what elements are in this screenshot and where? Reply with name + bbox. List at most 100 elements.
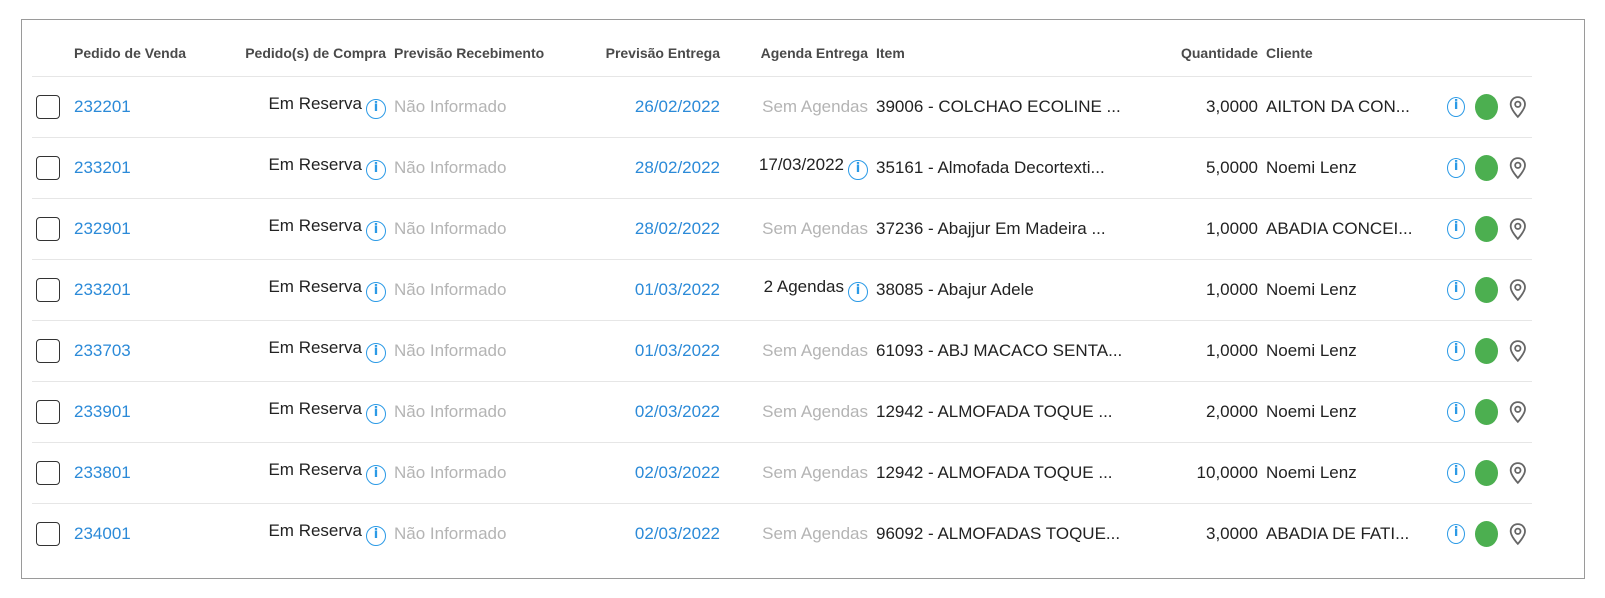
select-cell (32, 503, 70, 564)
previsao-recebimento-value: Não Informado (394, 401, 507, 421)
pedido-venda-cell: 233901 (70, 381, 230, 443)
quantidade-value: 1,0000 (1206, 340, 1258, 360)
actions-cell: i (1427, 137, 1532, 199)
row-checkbox[interactable] (36, 155, 60, 180)
previsao-entrega-link[interactable]: 01/03/2022 (635, 341, 720, 360)
previsao-entrega-link[interactable]: 02/03/2022 (635, 402, 720, 421)
previsao-entrega-link[interactable]: 28/02/2022 (635, 158, 720, 177)
cliente-cell: Noemi Lenz (1262, 320, 1427, 382)
pedido-venda-link[interactable]: 233801 (74, 463, 131, 482)
quantidade-cell: 3,0000 (1142, 76, 1262, 138)
row-actions: i (1431, 398, 1528, 425)
header-agenda-entrega[interactable]: Agenda Entrega (724, 30, 872, 77)
map-pin-icon[interactable] (1508, 155, 1528, 181)
pedido-venda-link[interactable]: 233901 (74, 402, 131, 421)
item-cell: 38085 - Abajur Adele (872, 259, 1142, 321)
row-actions: i (1431, 154, 1528, 181)
cliente-cell: AILTON DA CON... (1262, 76, 1427, 138)
map-pin-icon[interactable] (1508, 521, 1528, 547)
previsao-recebimento-cell: Não Informado (390, 137, 560, 199)
row-checkbox[interactable] (36, 94, 60, 119)
info-icon[interactable]: i (366, 282, 386, 302)
row-checkbox[interactable] (36, 338, 60, 363)
row-checkbox[interactable] (36, 521, 60, 546)
pedido-compra-status: Em Reserva (268, 155, 362, 174)
pedido-venda-link[interactable]: 234001 (74, 524, 131, 543)
agenda-entrega-cell: Sem Agendas (724, 198, 872, 260)
info-icon[interactable]: i (1447, 218, 1466, 239)
info-icon[interactable]: i (366, 465, 386, 485)
select-cell (32, 198, 70, 260)
map-pin-icon[interactable] (1508, 94, 1528, 120)
previsao-entrega-link[interactable]: 02/03/2022 (635, 524, 720, 543)
info-icon[interactable]: i (1447, 279, 1466, 300)
map-pin-icon[interactable] (1508, 399, 1528, 425)
row-checkbox[interactable] (36, 460, 60, 485)
info-icon[interactable]: i (848, 282, 868, 302)
header-pedido-venda[interactable]: Pedido de Venda (70, 30, 230, 77)
actions-cell: i (1427, 320, 1532, 382)
map-pin-icon[interactable] (1508, 216, 1528, 242)
row-checkbox[interactable] (36, 399, 60, 424)
info-icon[interactable]: i (1447, 462, 1466, 483)
agenda-entrega-value: Sem Agendas (762, 218, 868, 238)
status-dot[interactable] (1475, 215, 1499, 242)
status-dot[interactable] (1475, 520, 1499, 547)
info-icon[interactable]: i (366, 160, 386, 180)
map-pin-icon[interactable] (1508, 460, 1528, 486)
pedido-venda-link[interactable]: 233201 (74, 158, 131, 177)
header-previsao-recebimento[interactable]: Previsão Recebimento (390, 30, 560, 77)
select-cell (32, 137, 70, 199)
status-dot[interactable] (1475, 154, 1499, 181)
info-icon[interactable]: i (1447, 157, 1466, 178)
info-icon[interactable]: i (848, 160, 868, 180)
info-icon[interactable]: i (1447, 340, 1466, 361)
item-value: 61093 - ABJ MACACO SENTA... (876, 340, 1123, 360)
info-icon[interactable]: i (1447, 96, 1466, 117)
info-icon[interactable]: i (1447, 401, 1466, 422)
info-icon[interactable]: i (366, 526, 386, 547)
info-icon[interactable]: i (366, 343, 386, 363)
header-quantidade[interactable]: Quantidade (1142, 30, 1262, 77)
cliente-value: Noemi Lenz (1266, 157, 1357, 177)
header-item[interactable]: Item (872, 30, 1142, 77)
info-icon[interactable]: i (366, 221, 386, 241)
actions-cell: i (1427, 503, 1532, 564)
status-dot[interactable] (1475, 459, 1499, 486)
pedido-venda-link[interactable]: 232201 (74, 97, 131, 116)
pedido-compra-cell: Em Reserva i (230, 320, 390, 382)
previsao-entrega-link[interactable]: 28/02/2022 (635, 219, 720, 238)
previsao-recebimento-value: Não Informado (394, 523, 507, 543)
status-dot[interactable] (1475, 398, 1499, 425)
cliente-cell: Noemi Lenz (1262, 442, 1427, 504)
map-pin-icon[interactable] (1508, 277, 1528, 303)
cliente-value: Noemi Lenz (1266, 279, 1357, 299)
info-icon[interactable]: i (366, 404, 386, 424)
status-dot[interactable] (1475, 93, 1499, 120)
pedido-venda-link[interactable]: 233703 (74, 341, 131, 360)
cliente-value: AILTON DA CON... (1266, 96, 1410, 116)
header-previsao-entrega[interactable]: Previsão Entrega (560, 30, 724, 77)
cliente-value: Noemi Lenz (1266, 401, 1357, 421)
quantidade-value: 1,0000 (1206, 218, 1258, 238)
status-dot[interactable] (1475, 337, 1499, 364)
pedido-compra-cell: Em Reserva i (230, 198, 390, 260)
header-cliente[interactable]: Cliente (1262, 30, 1427, 77)
info-icon[interactable]: i (366, 99, 386, 119)
actions-column-header (1427, 30, 1532, 77)
header-pedido-compra[interactable]: Pedido(s) de Compra (230, 30, 390, 77)
map-pin-icon[interactable] (1508, 338, 1528, 364)
previsao-entrega-link[interactable]: 02/03/2022 (635, 463, 720, 482)
status-dot[interactable] (1475, 276, 1499, 303)
previsao-entrega-link[interactable]: 01/03/2022 (635, 280, 720, 299)
agenda-entrega-cell: Sem Agendas (724, 503, 872, 564)
row-checkbox[interactable] (36, 216, 60, 241)
row-checkbox[interactable] (36, 277, 60, 302)
pedido-compra-cell: Em Reserva i (230, 503, 390, 564)
item-value: 12942 - ALMOFADA TOQUE ... (876, 462, 1113, 482)
info-icon[interactable]: i (1447, 523, 1466, 544)
previsao-entrega-link[interactable]: 26/02/2022 (635, 97, 720, 116)
pedido-venda-link[interactable]: 233201 (74, 280, 131, 299)
pedido-venda-link[interactable]: 232901 (74, 219, 131, 238)
select-cell (32, 442, 70, 504)
